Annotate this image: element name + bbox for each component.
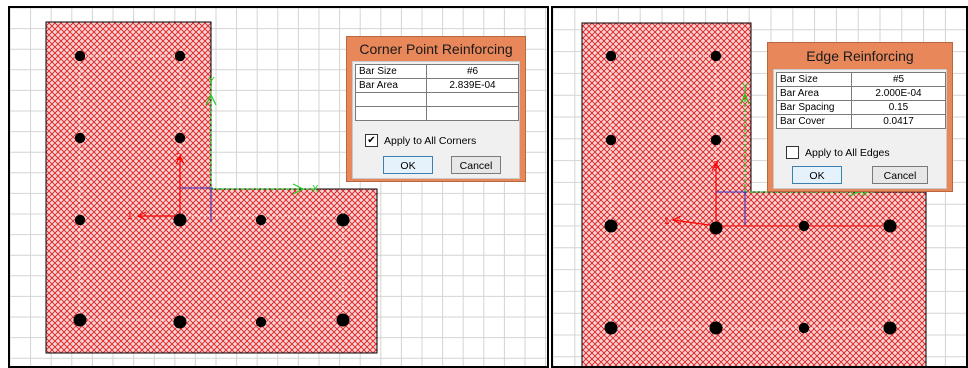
rebar[interactable]: [255, 316, 267, 328]
rebar[interactable]: [74, 50, 86, 62]
rebar[interactable]: [173, 213, 187, 227]
cancel-button[interactable]: Cancel: [872, 166, 928, 184]
apply-all-edges-checkbox[interactable]: Apply to All Edges: [786, 146, 890, 159]
property-label: [355, 106, 427, 121]
bar-spacing-value[interactable]: 0.15: [851, 100, 946, 115]
property-label: Bar Area: [355, 78, 427, 93]
rebar[interactable]: [173, 315, 187, 329]
rebar[interactable]: [604, 321, 618, 335]
table-row[interactable]: Bar Spacing 0.15: [776, 100, 946, 115]
checkbox-label: Apply to All Edges: [805, 146, 890, 159]
drawing-panel-corner[interactable]: Y X 1 2 Corner Point Reinforcing Bar Siz…: [8, 6, 549, 368]
checkbox-checked-icon[interactable]: ✔: [365, 134, 378, 147]
bar-size-value[interactable]: #6: [426, 64, 519, 79]
cancel-button[interactable]: Cancel: [451, 156, 501, 174]
table-row[interactable]: Bar Area 2.839E-04: [355, 78, 519, 93]
bar-size-value[interactable]: #5: [851, 72, 946, 87]
bar-cover-value[interactable]: 0.0417: [851, 114, 946, 129]
property-value[interactable]: [426, 92, 519, 107]
local-2-label: 2: [176, 152, 182, 163]
dialog-body: Bar Size #5 Bar Area 2.000E-04 Bar Spaci…: [773, 69, 947, 189]
table-row[interactable]: [355, 92, 519, 107]
rebar[interactable]: [604, 219, 618, 233]
global-axes: Y X: [205, 76, 319, 195]
property-table: Bar Size #5 Bar Area 2.000E-04 Bar Spaci…: [776, 72, 946, 129]
rebar[interactable]: [255, 214, 267, 226]
global-y-label: Y: [208, 76, 215, 87]
property-label: Bar Size: [355, 64, 427, 79]
global-y-label: Y: [742, 82, 749, 93]
rebar[interactable]: [174, 132, 186, 144]
rebar[interactable]: [605, 134, 617, 146]
table-row[interactable]: Bar Size #5: [776, 72, 946, 87]
rebar[interactable]: [74, 132, 86, 144]
corner-reinforcing-dialog: Corner Point Reinforcing Bar Size #6 Bar…: [346, 36, 526, 182]
property-value[interactable]: [426, 106, 519, 121]
dialog-title: Corner Point Reinforcing: [359, 41, 513, 57]
rebar[interactable]: [883, 219, 897, 233]
table-row[interactable]: Bar Area 2.000E-04: [776, 86, 946, 101]
rebar[interactable]: [883, 321, 897, 335]
rebar[interactable]: [710, 50, 722, 62]
table-row[interactable]: Bar Cover 0.0417: [776, 114, 946, 129]
checkbox-unchecked-icon[interactable]: [786, 146, 799, 159]
rebar[interactable]: [710, 134, 722, 146]
rebar[interactable]: [605, 50, 617, 62]
local-1-label: 1: [664, 216, 670, 227]
bar-area-value[interactable]: 2.839E-04: [426, 78, 519, 93]
property-table: Bar Size #6 Bar Area 2.839E-04: [355, 64, 519, 121]
dialog-body: Bar Size #6 Bar Area 2.839E-04 ✔ Apply t…: [352, 61, 520, 179]
ok-button[interactable]: OK: [792, 166, 842, 184]
rebar[interactable]: [174, 50, 186, 62]
table-row[interactable]: [355, 106, 519, 121]
rebar[interactable]: [73, 313, 87, 327]
dialog-title: Edge Reinforcing: [806, 48, 914, 64]
table-row[interactable]: Bar Size #6: [355, 64, 519, 79]
rebar[interactable]: [709, 221, 723, 235]
edge-reinforcing-dialog: Edge Reinforcing Bar Size #5 Bar Area 2.…: [767, 42, 953, 192]
rebar[interactable]: [336, 313, 350, 327]
property-label: Bar Spacing: [776, 100, 852, 115]
drawing-panel-edge[interactable]: Y X 1 2 Edge Reinforcing Bar Size #5 Bar…: [551, 6, 968, 368]
property-label: Bar Area: [776, 86, 852, 101]
rebar[interactable]: [798, 322, 810, 334]
ok-button[interactable]: OK: [383, 156, 433, 174]
apply-all-corners-checkbox[interactable]: ✔ Apply to All Corners: [365, 134, 476, 147]
rebar[interactable]: [798, 220, 810, 232]
checkbox-label: Apply to All Corners: [384, 134, 477, 147]
property-label: Bar Cover: [776, 114, 852, 129]
local-1-label: 1: [127, 211, 133, 222]
local-2-label: 2: [713, 160, 719, 171]
property-label: [355, 92, 427, 107]
global-x-label: X: [312, 184, 319, 195]
rebar[interactable]: [336, 213, 350, 227]
rebar[interactable]: [709, 321, 723, 335]
property-label: Bar Size: [776, 72, 852, 87]
rebar[interactable]: [74, 214, 86, 226]
bar-area-value[interactable]: 2.000E-04: [851, 86, 946, 101]
